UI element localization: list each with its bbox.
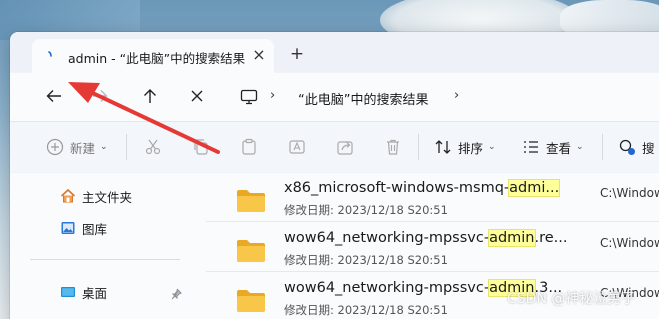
loading-spinner-icon <box>46 49 58 63</box>
file-name: x86_microsoft-windows-msmq-admi... <box>284 179 561 197</box>
pin-icon[interactable] <box>170 288 182 300</box>
chevron-down-icon: ⌄ <box>576 142 584 152</box>
sidebar-item-home[interactable]: 主文件夹 <box>60 187 132 205</box>
search-highlight: admin <box>488 229 536 247</box>
search-icon <box>619 139 635 155</box>
this-pc-icon <box>240 89 258 105</box>
file-location: C:\Windows\W <box>600 236 659 250</box>
tab-bar: admin - “此电脑”中的搜索结果 × + <box>10 32 659 73</box>
delete-icon[interactable] <box>384 137 402 157</box>
sidebar-item-desktop[interactable]: 桌面 <box>60 283 107 301</box>
new-label: 新建 <box>70 140 96 156</box>
paste-icon[interactable] <box>240 137 258 157</box>
breadcrumb-current[interactable]: “此电脑”中的搜索结果 <box>298 89 428 108</box>
toolbar-divider <box>126 134 127 160</box>
sort-label: 排序 <box>458 140 484 156</box>
new-tab-button[interactable]: + <box>288 45 306 63</box>
chevron-down-icon: ⌄ <box>100 142 108 152</box>
share-icon[interactable] <box>336 137 354 157</box>
modified-date: 修改日期: 2023/12/18 S20:51 <box>284 303 448 317</box>
desktop-icon <box>61 287 75 297</box>
folder-icon <box>237 290 265 312</box>
folder-icon <box>237 190 265 212</box>
watermark: CSDN @神秘泣男子 <box>507 291 636 307</box>
forward-arrow-icon[interactable] <box>90 86 110 106</box>
sidebar-item-label: 图库 <box>82 221 108 237</box>
sidebar-item-label: 桌面 <box>82 285 108 301</box>
gallery-icon <box>61 222 75 234</box>
rename-icon[interactable] <box>288 137 306 157</box>
search-highlight: admi... <box>508 179 561 197</box>
close-tab-icon[interactable]: × <box>250 46 268 64</box>
divider <box>206 271 659 272</box>
breadcrumb-chevron-icon[interactable]: › <box>454 88 459 103</box>
list-item[interactable]: wow64_networking-mpssvc-admin.re... 修改日期… <box>204 223 659 269</box>
stop-icon[interactable] <box>187 86 207 106</box>
breadcrumb-chevron-icon[interactable]: › <box>270 88 275 103</box>
navigation-bar: › “此电脑”中的搜索结果 › <box>10 73 659 121</box>
divider <box>30 259 180 260</box>
sidebar-item-label: 主文件夹 <box>82 189 133 205</box>
tab-search-results[interactable]: admin - “此电脑”中的搜索结果 × <box>32 39 274 73</box>
file-name: wow64_networking-mpssvc-admin.re... <box>284 229 568 247</box>
view-button[interactable]: 查看 ⌄ <box>522 137 584 157</box>
home-icon <box>60 188 76 203</box>
up-arrow-icon[interactable] <box>140 86 160 106</box>
navigation-pane: 主文件夹 图库 桌面 <box>10 173 186 319</box>
copy-icon[interactable] <box>192 137 210 157</box>
back-arrow-icon[interactable] <box>44 86 64 106</box>
sidebar-item-gallery[interactable]: 图库 <box>60 219 107 237</box>
chevron-down-icon: ⌄ <box>488 142 496 152</box>
search-options-button[interactable]: 搜 <box>618 137 655 157</box>
toolbar-divider <box>418 134 419 160</box>
command-toolbar: 新建 ⌄ 排序 ⌄ 查看 ⌄ 搜 <box>10 122 659 172</box>
new-button[interactable]: 新建 ⌄ <box>46 137 108 157</box>
file-location: C:\Windows\W <box>600 186 659 200</box>
sort-button[interactable]: 排序 ⌄ <box>434 137 496 157</box>
view-label: 查看 <box>546 140 572 156</box>
sort-icon <box>435 140 451 154</box>
view-icon <box>524 141 538 153</box>
modified-date: 修改日期: 2023/12/18 S20:51 <box>284 253 448 267</box>
modified-date: 修改日期: 2023/12/18 S20:51 <box>284 203 448 217</box>
tab-title: admin - “此电脑”中的搜索结果 <box>68 51 246 66</box>
toolbar-divider <box>602 134 603 160</box>
list-item[interactable]: x86_microsoft-windows-msmq-admi... 修改日期:… <box>204 173 659 219</box>
search-options-label: 搜 <box>642 140 655 156</box>
address-bar[interactable]: › “此电脑”中的搜索结果 › <box>228 80 659 114</box>
folder-icon <box>237 240 265 262</box>
plus-circle-icon <box>46 138 64 156</box>
cut-icon[interactable] <box>144 137 162 157</box>
divider <box>206 221 659 222</box>
file-explorer-window: admin - “此电脑”中的搜索结果 × + › “此电脑”中的搜索结果 › <box>10 32 659 319</box>
